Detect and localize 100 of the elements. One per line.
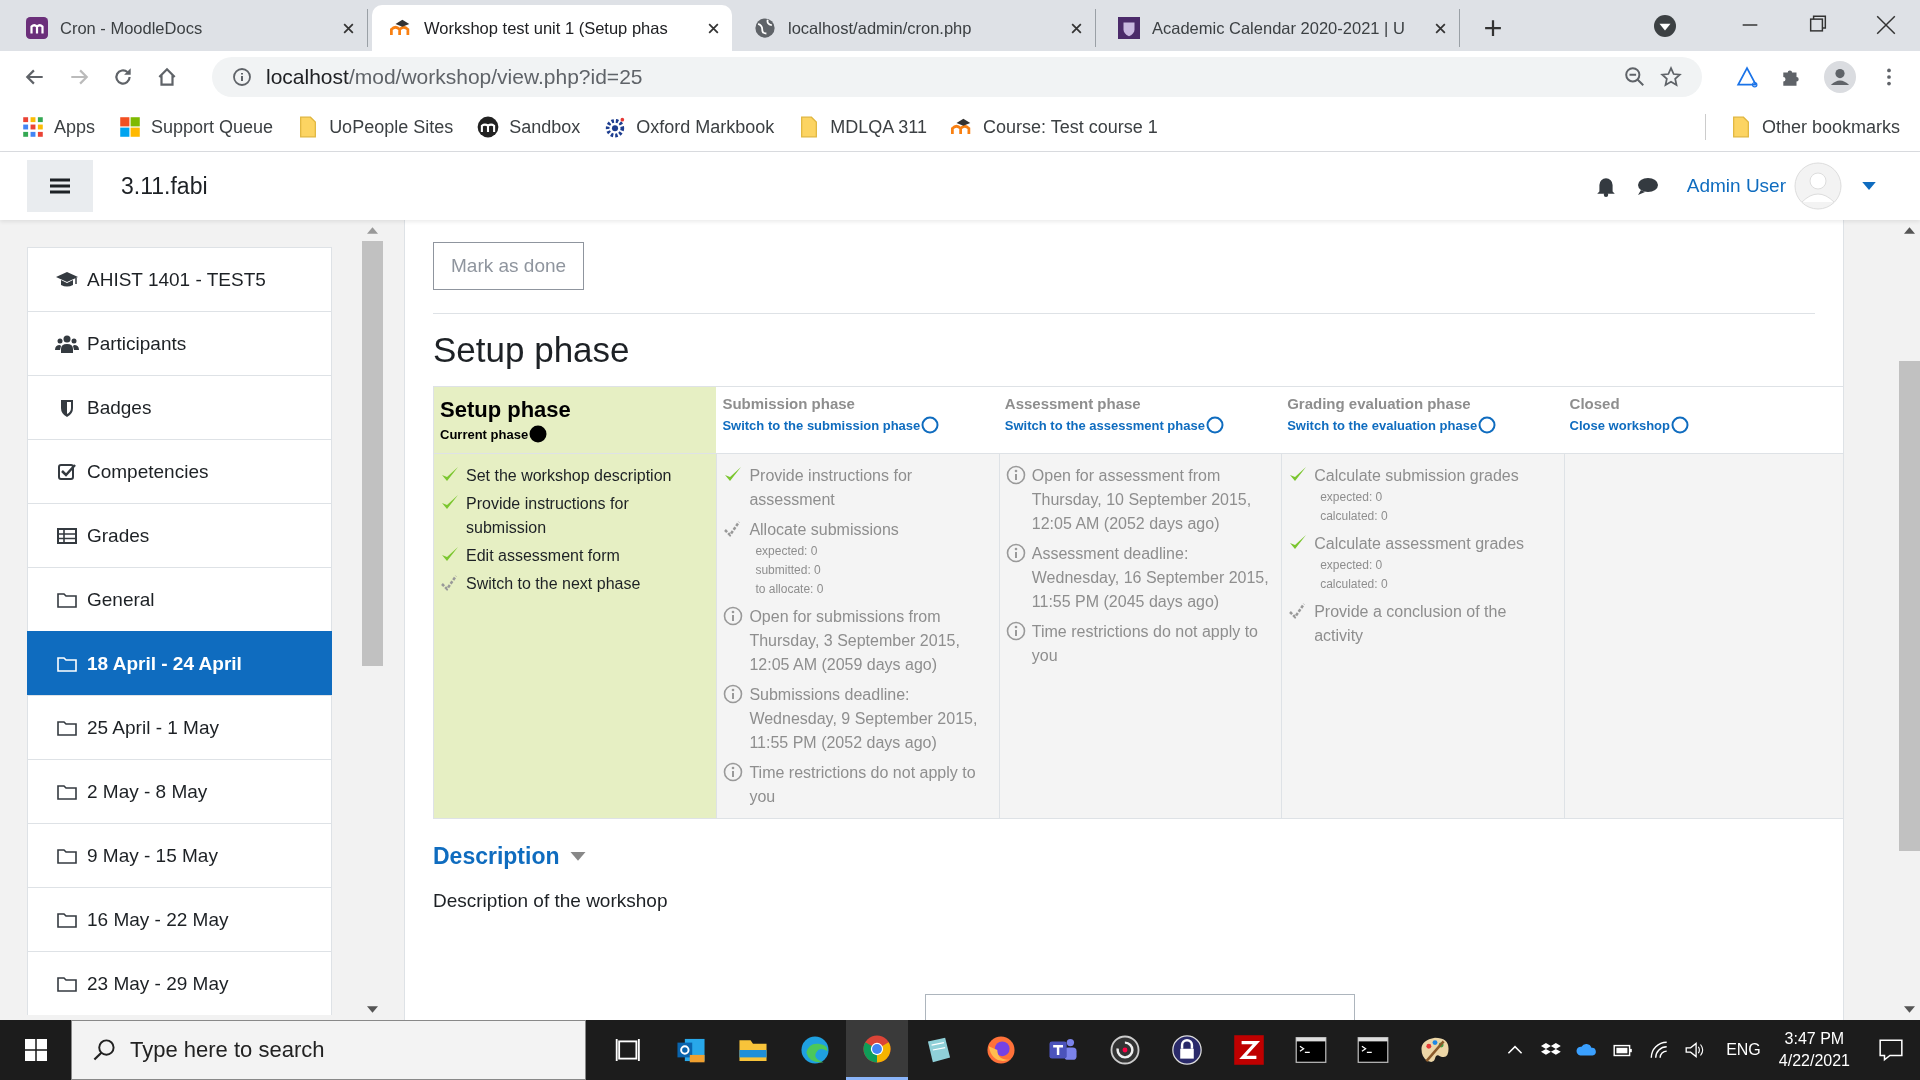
home-icon[interactable] — [156, 66, 178, 88]
empty-circle-icon[interactable] — [1671, 416, 1689, 434]
info-icon — [1005, 465, 1026, 485]
bookmark-link[interactable]: Course: Test course 1 — [983, 116, 1158, 138]
zoom-out-icon[interactable] — [1624, 66, 1646, 88]
gear-icon — [604, 116, 627, 138]
zigzag-app-icon[interactable] — [1233, 1034, 1265, 1066]
task-text: Switch to the next phase — [466, 574, 641, 594]
table-icon — [55, 525, 79, 546]
task-text: Time restrictions do not apply to you — [1031, 622, 1259, 666]
notification-icon[interactable] — [1878, 1037, 1904, 1063]
page-heading: Setup phase — [433, 330, 631, 370]
sidebar-item[interactable]: 9 May - 15 May — [27, 823, 332, 887]
task-text: Assessment deadline: Wednesday, 16 September 2015, 11:55 PM (2045 days ago) — [1031, 544, 1270, 612]
scrollbar-thumb[interactable] — [1899, 361, 1920, 851]
browser-tab[interactable]: Cron - MoodleDocs — [8, 9, 368, 47]
terminal-icon[interactable] — [1357, 1034, 1389, 1066]
scrollbar-thumb[interactable] — [362, 241, 383, 666]
sidebar-item[interactable]: 23 May - 29 May — [27, 951, 332, 1015]
sidebar-item[interactable]: AHIST 1401 - TEST5 — [27, 247, 332, 311]
task-detail: expected: 0 — [754, 543, 819, 560]
bookmark-link[interactable]: Support Queue — [151, 116, 274, 138]
sidebar-item[interactable]: 18 April - 24 April — [27, 631, 332, 695]
profile-avatar-icon[interactable] — [1824, 61, 1856, 93]
bookmark-link[interactable]: UoPeople Sites — [329, 116, 454, 138]
info-icon — [232, 67, 252, 87]
padlock-app-icon[interactable] — [1171, 1034, 1203, 1066]
bookmark-link[interactable]: MDLQA 311 — [830, 116, 928, 138]
task-text: Provide instructions for assessment — [749, 466, 914, 510]
close-icon[interactable] — [1070, 21, 1083, 35]
section-heading-link[interactable]: Description — [433, 843, 560, 870]
clock-time[interactable]: 3:47 PM — [1784, 1030, 1845, 1048]
bookmark-link[interactable]: Apps — [54, 116, 96, 138]
phase-switch-link[interactable]: Switch to the assessment phase — [1004, 417, 1205, 433]
empty-circle-icon[interactable] — [1205, 416, 1224, 434]
browser-tab[interactable]: Academic Calendar 2020-2021 | U — [1100, 9, 1460, 47]
tab-search-icon[interactable] — [1654, 15, 1676, 37]
start-windows-icon[interactable] — [25, 1039, 47, 1061]
close-icon[interactable] — [707, 21, 720, 35]
close-icon[interactable] — [1434, 21, 1447, 35]
sidebar-item[interactable]: 2 May - 8 May — [27, 759, 332, 823]
disc-icon[interactable] — [1109, 1034, 1141, 1066]
caret-icon[interactable] — [569, 851, 586, 862]
reload-icon[interactable] — [112, 66, 134, 88]
sidebar-item[interactable]: 25 April - 1 May — [27, 695, 332, 759]
sidebar-item[interactable]: Badges — [27, 375, 332, 439]
user-name[interactable]: Admin User — [1686, 175, 1786, 197]
empty-circle-icon[interactable] — [1478, 416, 1497, 434]
task-detail: calculated: 0 — [1319, 576, 1389, 593]
caret-icon[interactable] — [1862, 181, 1876, 191]
task-text: Allocate submissions — [749, 520, 899, 540]
phase-switch-link[interactable]: Switch to the evaluation phase — [1287, 417, 1478, 433]
filled-circle-icon — [529, 425, 548, 443]
swirl-logo-icon[interactable] — [799, 1034, 831, 1066]
scroll-down-icon[interactable] — [367, 1006, 378, 1013]
phase-switch-link[interactable]: Close workshop — [1569, 417, 1670, 433]
phase-title: Submission phase — [722, 395, 856, 412]
menu-button[interactable] — [27, 160, 93, 212]
clock-date[interactable]: 4/22/2021 — [1778, 1052, 1850, 1070]
phase-switch-link[interactable]: Switch to the submission phase — [722, 417, 921, 433]
new-tab-icon[interactable] — [1484, 19, 1502, 37]
menu-icon[interactable] — [50, 178, 70, 194]
url-text: localhost/mod/workshop/view.php?id=25 — [266, 65, 643, 89]
task-text: Set the workshop description — [466, 466, 672, 486]
bookmark-folder[interactable]: Other bookmarks — [1761, 116, 1900, 138]
browser-tab[interactable]: Workshop test unit 1 (Setup phas — [372, 5, 732, 51]
site-name[interactable]: 3.11.fabi — [121, 172, 208, 200]
address-bar[interactable]: localhost/mod/workshop/view.php?id=25 — [212, 57, 1702, 97]
dashed-checkmark-icon — [440, 573, 460, 593]
triangle-extension-icon[interactable] — [1736, 66, 1758, 88]
bookmark-link[interactable]: Oxford Markbook — [636, 116, 775, 138]
task-text: Provide instructions for submission — [466, 494, 630, 538]
checkbox-icon — [55, 461, 79, 482]
task-text: Edit assessment form — [466, 546, 620, 566]
scroll-down-icon[interactable] — [1904, 1006, 1915, 1013]
task-text: Submissions deadline: Wednesday, 9 September 2015, 11:55 PM (2052 days ago) — [749, 685, 979, 753]
star-icon[interactable] — [1660, 66, 1682, 88]
task-detail: expected: 0 — [1319, 489, 1384, 506]
task-text: Open for assessment from Thursday, 10 September 2015, 12:05 AM (2052 days ago) — [1031, 466, 1253, 534]
phase-title: Grading evaluation phase — [1287, 395, 1472, 412]
sidebar-item[interactable]: Participants — [27, 311, 332, 375]
bookmark-link[interactable]: Sandbox — [509, 116, 581, 138]
fox-logo-icon[interactable] — [985, 1034, 1017, 1066]
task-detail: submitted: 0 — [754, 562, 822, 579]
browser-tab[interactable]: localhost/admin/cron.php — [736, 9, 1096, 47]
sidebar-item[interactable]: Grades — [27, 503, 332, 567]
language-indicator[interactable]: ENG — [1726, 1041, 1761, 1059]
phase-title: Assessment phase — [1004, 395, 1142, 412]
sidebar-item[interactable]: 16 May - 22 May — [27, 887, 332, 951]
info-icon — [1005, 621, 1026, 641]
browser-logo-icon[interactable] — [861, 1032, 893, 1065]
bell-icon[interactable] — [1594, 175, 1617, 197]
current-phase-label: Current phase — [440, 426, 529, 442]
close-icon[interactable] — [342, 21, 355, 35]
info-icon — [723, 606, 744, 626]
terminal-icon[interactable] — [1295, 1034, 1327, 1066]
scroll-up-icon[interactable] — [1904, 227, 1915, 234]
chat-bubble-icon[interactable] — [1636, 175, 1659, 197]
sidebar-item[interactable]: Competencies — [27, 439, 332, 503]
empty-circle-icon[interactable] — [921, 416, 940, 434]
